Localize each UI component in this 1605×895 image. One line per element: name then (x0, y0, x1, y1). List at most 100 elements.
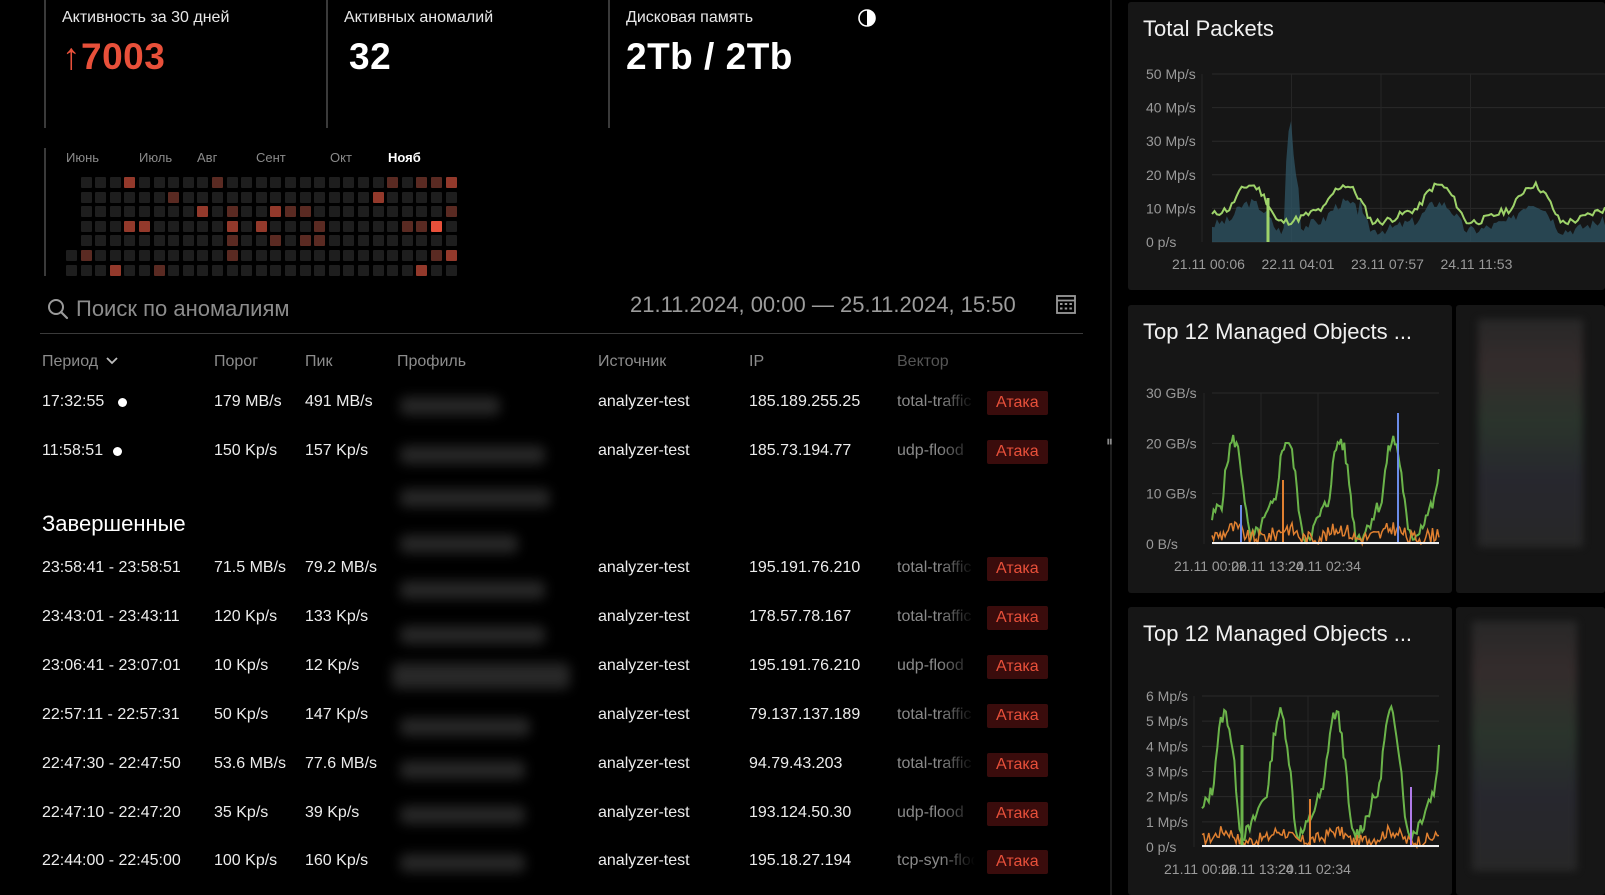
column-header-vector[interactable]: Вектор (897, 353, 949, 371)
heatmap-cell (373, 206, 384, 217)
stat-value: ↑7003 (62, 36, 166, 77)
table-row[interactable]: 22:57:11 - 22:57:31 50 Kp/s 147 Kp/s ana… (0, 704, 1100, 746)
x-tick-label: 24.11 02:34 (1278, 861, 1351, 877)
cell-period: 23:58:41 - 23:58:51 (42, 559, 181, 576)
heatmap-cell (212, 250, 223, 261)
heatmap-cell (416, 206, 427, 217)
cell-source: analyzer-test (598, 657, 690, 674)
heatmap-cell (256, 206, 267, 217)
cell-profile-redacted (400, 761, 525, 779)
contrast-half-icon[interactable] (857, 8, 877, 28)
heatmap-cell (168, 265, 179, 276)
chart-panel-top-objects-bytes: Top 12 Managed Objects ... 30 GB/s 20 GB/… (1128, 305, 1452, 593)
y-tick-label: 2 Mp/s (1146, 789, 1188, 805)
heatmap-cell (154, 265, 165, 276)
cell-vector: total-traffic (897, 755, 972, 772)
heatmap-cell (402, 177, 413, 188)
table-row[interactable]: 17:32:55 179 MB/s 491 MB/s analyzer-test… (0, 391, 1100, 433)
column-header-source[interactable]: Источник (598, 353, 666, 371)
heatmap-cell (343, 265, 354, 276)
heatmap-cell (402, 265, 413, 276)
table-row[interactable]: 22:47:30 - 22:47:50 53.6 MB/s 77.6 MB/s … (0, 753, 1100, 795)
heatmap-cell (431, 206, 442, 217)
heatmap-cell (387, 250, 398, 261)
table-row[interactable]: 22:47:10 - 22:47:20 35 Kp/s 39 Kp/s anal… (0, 802, 1100, 844)
column-header-period[interactable]: Период (42, 353, 118, 371)
cell-threshold: 71.5 MB/s (214, 559, 287, 576)
table-row[interactable]: 11:58:51 150 Kp/s 157 Kp/s analyzer-test… (0, 440, 1100, 482)
drag-handle-icon[interactable]: ⏸ (1106, 433, 1113, 450)
month-label: Июль (139, 150, 173, 165)
cell-ip: 195.18.27.194 (749, 852, 852, 869)
search-input[interactable] (76, 294, 536, 324)
cell-vector: total-traffic (897, 706, 972, 723)
heatmap-cell (431, 177, 442, 188)
heatmap-cell (95, 265, 106, 276)
heatmap-cell (154, 177, 165, 188)
cell-source: analyzer-test (598, 559, 690, 576)
cell-source: analyzer-test (598, 393, 690, 410)
heatmap-cell (314, 250, 325, 261)
x-tick-label: 21.11 00:06 (1172, 256, 1245, 272)
heatmap-cell (183, 192, 194, 203)
cell-ip: 195.191.76.210 (749, 657, 861, 674)
calendar-icon[interactable] (1055, 293, 1077, 315)
heatmap-cell (124, 192, 135, 203)
heatmap-cell (110, 206, 121, 217)
heatmap-cell (124, 250, 135, 261)
heatmap-cell (110, 177, 121, 188)
y-tick-label: 30 Mp/s (1146, 133, 1196, 149)
cell-profile-redacted (400, 626, 545, 644)
column-header-threshold[interactable]: Порог (214, 353, 258, 371)
heatmap-cell (139, 221, 150, 232)
heatmap-cell (66, 265, 77, 276)
heatmap-divider (44, 148, 46, 276)
table-row[interactable]: 23:43:01 - 23:43:11 120 Kp/s 133 Kp/s an… (0, 606, 1100, 648)
chart-total-packets: 50 Mp/s 40 Mp/s 30 Mp/s 20 Mp/s 10 Mp/s 0 p/s… (1146, 66, 1605, 272)
cell-threshold: 50 Kp/s (214, 706, 269, 723)
heatmap-cell (431, 235, 442, 246)
heatmap-cell (285, 250, 296, 261)
active-dot (113, 447, 122, 456)
heatmap-cell (285, 206, 296, 217)
status-badge: Атака (987, 753, 1048, 777)
heatmap-cell (183, 265, 194, 276)
column-header-ip[interactable]: IP (749, 353, 764, 371)
profile-dropdown-redacted (400, 535, 518, 553)
table-row[interactable]: 23:06:41 - 23:07:01 10 Kp/s 12 Kp/s anal… (0, 655, 1100, 697)
table-row[interactable]: 22:44:00 - 22:45:00 100 Kp/s 160 Kp/s an… (0, 850, 1100, 892)
cell-ip: 195.191.76.210 (749, 559, 861, 576)
date-range[interactable]: 21.11.2024, 00:00 — 25.11.2024, 15:50 (630, 292, 1016, 318)
cell-peak: 147 Kp/s (305, 706, 369, 723)
column-header-peak[interactable]: Пик (305, 353, 332, 371)
table-row[interactable]: 23:58:41 - 23:58:51 71.5 MB/s 79.2 MB/s … (0, 557, 1100, 599)
heatmap-cell (431, 221, 442, 232)
stat-value: 32 (349, 36, 392, 77)
active-dot (118, 398, 127, 407)
heatmap-cell (300, 221, 311, 232)
y-tick-label: 40 Mp/s (1146, 100, 1196, 116)
heatmap-cell (197, 265, 208, 276)
y-tick-label: 6 Mp/s (1146, 688, 1188, 704)
stat-label: Дисковая память (626, 9, 754, 26)
legend-panel-redacted (1456, 305, 1605, 593)
cell-threshold: 179 MB/s (214, 393, 282, 410)
heatmap-cell (139, 265, 150, 276)
column-header-profile[interactable]: Профиль (397, 353, 466, 371)
heatmap-cell (212, 192, 223, 203)
heatmap-cell (110, 250, 121, 261)
heatmap-cell (373, 235, 384, 246)
cell-threshold: 150 Kp/s (214, 442, 278, 459)
heatmap-cell (256, 250, 267, 261)
status-badge: Атака (987, 557, 1048, 581)
heatmap-cell (124, 177, 135, 188)
column-header-label: Период (42, 353, 99, 370)
y-tick-label: 0 B/s (1146, 536, 1178, 552)
y-tick-label: 20 GB/s (1146, 435, 1197, 451)
x-tick-label: 24.11 02:34 (1288, 558, 1361, 574)
heatmap-cell (285, 265, 296, 276)
legend-redacted (1472, 621, 1577, 871)
y-tick-label: 4 Mp/s (1146, 738, 1188, 754)
heatmap-cell (446, 235, 457, 246)
heatmap-cell (139, 192, 150, 203)
